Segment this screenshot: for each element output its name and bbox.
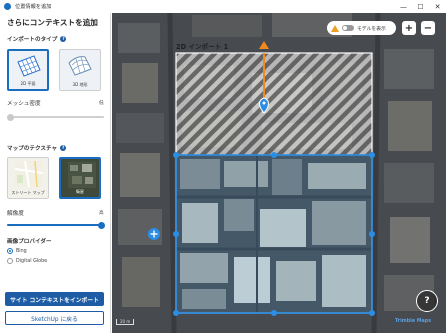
texture-street-tile[interactable]: ストリート マップ <box>7 157 49 199</box>
zoom-in-button[interactable]: + <box>402 21 416 35</box>
zoom-out-button[interactable]: − <box>421 21 435 35</box>
import-type-label: インポートのタイプ ? <box>7 35 67 43</box>
texture-label-text: マップのテクスチャ <box>7 146 58 152</box>
app-icon <box>4 3 11 10</box>
satellite-imagery <box>112 13 446 333</box>
import-type-3d-tile[interactable]: 3D 地形 <box>59 49 101 91</box>
provider-option-bing[interactable]: Bing <box>7 248 27 254</box>
map-view[interactable]: 2D インポート 1 モデルを表示 + − ? 20 m Trimble Map… <box>112 13 446 333</box>
radio-button[interactable] <box>7 258 13 264</box>
panel-heading: さらにコンテキストを追加 <box>7 18 98 27</box>
radio-button[interactable] <box>7 248 13 254</box>
provider-option-digitalglobe[interactable]: Digital Globe <box>7 258 47 264</box>
minimize-button[interactable]: — <box>395 0 412 13</box>
show-model-label: モデルを表示 <box>357 26 386 32</box>
import-site-context-button[interactable]: サイト コンテキストをインポート <box>5 292 104 306</box>
texture-satellite-tile[interactable]: 衛星 <box>59 157 101 199</box>
resolution-label: 解像度 <box>7 211 24 217</box>
tile-label: 3D 地形 <box>72 82 88 87</box>
window-controls: — ☐ ✕ <box>395 0 446 13</box>
scale-bar: 20 m <box>116 319 135 325</box>
region-label: 2D インポート 1 <box>176 43 229 51</box>
street-map-icon <box>15 161 43 187</box>
provider-label: 画像プロバイダー <box>7 239 52 245</box>
tile-label: 衛星 <box>76 189 84 194</box>
maximize-button[interactable]: ☐ <box>412 0 429 13</box>
mesh-density-label: メッシュ密度 <box>7 101 41 107</box>
tile-label: 2D 平面 <box>20 81 36 86</box>
window-title: 位置情報を追加 <box>15 4 52 10</box>
tile-label: ストリート マップ <box>11 190 45 195</box>
help-icon[interactable]: ? <box>60 36 67 42</box>
side-panel: さらにコンテキストを追加 インポートのタイプ ? 2D 平面 3D 地形 メッシ… <box>0 13 111 333</box>
help-button[interactable]: ? <box>416 290 438 312</box>
slider-knob[interactable] <box>98 221 105 229</box>
slider-knob[interactable] <box>7 113 14 121</box>
texture-label: マップのテクスチャ ? <box>7 144 67 152</box>
resolution-high-label: 高 <box>99 211 104 216</box>
return-to-sketchup-button[interactable]: SketchUp に戻る <box>5 311 104 325</box>
import-type-label-text: インポートのタイプ <box>7 37 58 43</box>
provider-label-text: Digital Globe <box>16 258 48 264</box>
title-bar: 位置情報を追加 — ☐ ✕ <box>0 0 446 13</box>
help-icon[interactable]: ? <box>60 145 67 151</box>
provider-label-text: Bing <box>16 248 27 254</box>
map-attribution: Trimble Maps <box>395 319 432 324</box>
import-type-2d-tile[interactable]: 2D 平面 <box>7 49 49 91</box>
warning-icon <box>331 24 339 32</box>
resolution-slider[interactable] <box>7 221 105 229</box>
flat-grid-icon <box>17 55 41 77</box>
show-model-toggle[interactable] <box>342 25 354 31</box>
close-button[interactable]: ✕ <box>429 0 446 13</box>
terrain-grid-icon <box>68 56 92 76</box>
slider-fill <box>7 224 104 226</box>
mesh-density-slider[interactable] <box>7 113 104 121</box>
satellite-icon <box>68 162 96 188</box>
mesh-low-label: 低 <box>99 101 104 106</box>
show-model-toggle-bar[interactable]: モデルを表示 <box>327 21 396 35</box>
